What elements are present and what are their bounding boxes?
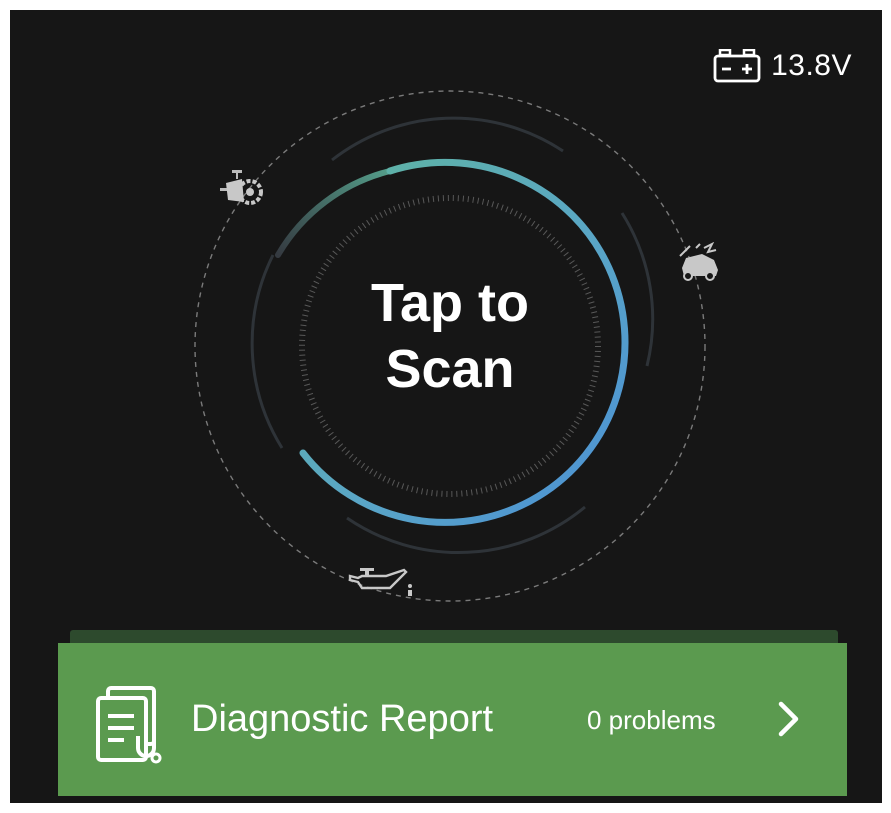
car-crash-icon bbox=[674, 241, 722, 287]
oil-can-icon bbox=[348, 566, 414, 603]
scan-label-line2: Scan bbox=[385, 339, 515, 399]
report-title: Diagnostic Report bbox=[191, 698, 494, 740]
chevron-right-icon bbox=[776, 699, 802, 744]
engine-turbo-icon bbox=[218, 168, 268, 217]
diagnostic-report-button[interactable]: Diagnostic Report 0 problems bbox=[58, 643, 847, 796]
separator-arc-left bbox=[250, 254, 284, 449]
separator-arc-top bbox=[331, 116, 564, 162]
report-stethoscope-icon bbox=[94, 686, 170, 771]
scan-label-line1: Tap to bbox=[371, 273, 529, 333]
tap-to-scan-button[interactable]: Tap to Scan bbox=[335, 270, 565, 402]
progress-arc-fade bbox=[275, 168, 393, 258]
problem-count: 0 problems bbox=[587, 705, 716, 735]
report-card-shadow bbox=[70, 630, 838, 644]
app-screen: 13.8V Tap to Scan Diagnostic Report 0 pr… bbox=[10, 10, 882, 803]
